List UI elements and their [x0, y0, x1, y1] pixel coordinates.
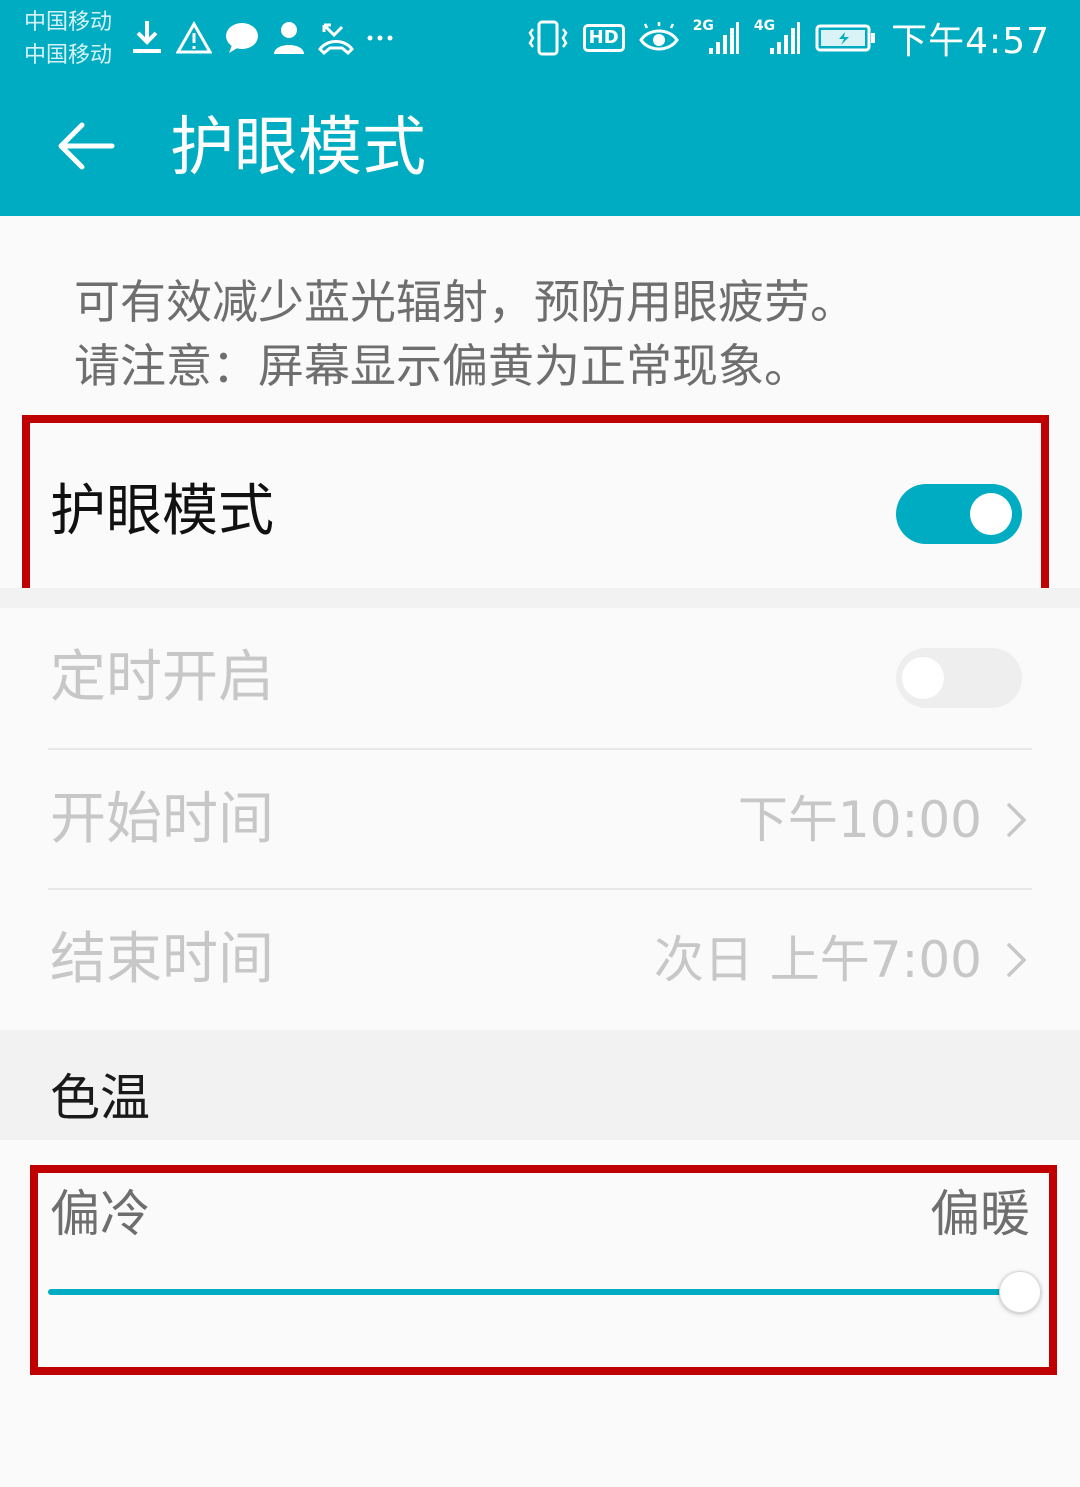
vibrate-icon: [527, 19, 569, 57]
warning-icon: [176, 21, 212, 55]
carrier-2: 中国移动: [24, 43, 113, 68]
eye-comfort-switch[interactable]: [896, 484, 1022, 544]
warm-label: 偏暖: [930, 1185, 1030, 1243]
clock: 下午4:57: [891, 21, 1050, 62]
eye-comfort-row[interactable]: 护眼模式: [0, 420, 1080, 588]
missed-call-icon: [318, 21, 354, 55]
color-temperature-header: 色温: [0, 1030, 1080, 1140]
schedule-row[interactable]: 定时开启: [0, 608, 1080, 748]
schedule-label: 定时开启: [50, 645, 274, 710]
switch-knob: [970, 493, 1012, 535]
hd-voice-icon: HD: [582, 24, 625, 52]
start-time-value: 下午10:00: [737, 791, 982, 849]
network-type-1: 2G: [692, 18, 714, 34]
person-icon: [272, 20, 306, 56]
eye-comfort-label: 护眼模式: [50, 479, 274, 544]
chevron-right-icon: [1004, 800, 1028, 844]
network-type-2: 4G: [753, 18, 776, 34]
message-icon: [224, 21, 260, 55]
end-time-value: 次日 上午7:00: [653, 931, 982, 989]
eye-icon: [638, 22, 679, 54]
description-line-1: 可有效减少蓝光辐射，预防用眼疲劳。: [74, 275, 856, 329]
section-divider: [0, 588, 1080, 608]
back-button[interactable]: [48, 110, 124, 186]
carrier-info: 中国移动 中国移动: [24, 6, 112, 72]
system-icons: HD 2G 4G 下午4:57: [527, 14, 1050, 62]
start-time-label: 开始时间: [50, 787, 274, 852]
status-bar: 中国移动 中国移动 HD 2G 4G 下午4:57: [0, 0, 1080, 80]
battery-charging-icon: [815, 23, 877, 53]
cold-label: 偏冷: [50, 1185, 150, 1243]
download-icon: [130, 19, 164, 57]
description: 可有效减少蓝光辐射，预防用眼疲劳。 请注意：屏幕显示偏黄为正常现象。: [74, 270, 1034, 398]
carrier-1: 中国移动: [24, 10, 113, 35]
slider-thumb[interactable]: [999, 1271, 1041, 1313]
color-temperature-panel: 偏冷 偏暖: [0, 1140, 1080, 1487]
color-temperature-slider[interactable]: [48, 1289, 1020, 1295]
color-temperature-title: 色温: [50, 1069, 150, 1127]
notification-icons: [130, 16, 394, 60]
end-time-row[interactable]: 结束时间 次日 上午7:00: [0, 890, 1080, 1030]
description-line-2: 请注意：屏幕显示偏黄为正常现象。: [74, 339, 810, 393]
more-dots-icon: [366, 33, 394, 43]
app-bar: 护眼模式: [0, 80, 1080, 216]
arrow-left-icon: [56, 121, 116, 175]
signal-2g-icon: 2G: [692, 18, 740, 56]
signal-4g-icon: 4G: [753, 18, 801, 56]
end-time-label: 结束时间: [50, 927, 274, 992]
switch-knob: [902, 657, 944, 699]
page-title: 护眼模式: [170, 111, 426, 185]
slider-fill: [48, 1289, 1020, 1295]
start-time-row[interactable]: 开始时间 下午10:00: [0, 750, 1080, 890]
schedule-switch[interactable]: [896, 648, 1022, 708]
chevron-right-icon: [1004, 940, 1028, 984]
